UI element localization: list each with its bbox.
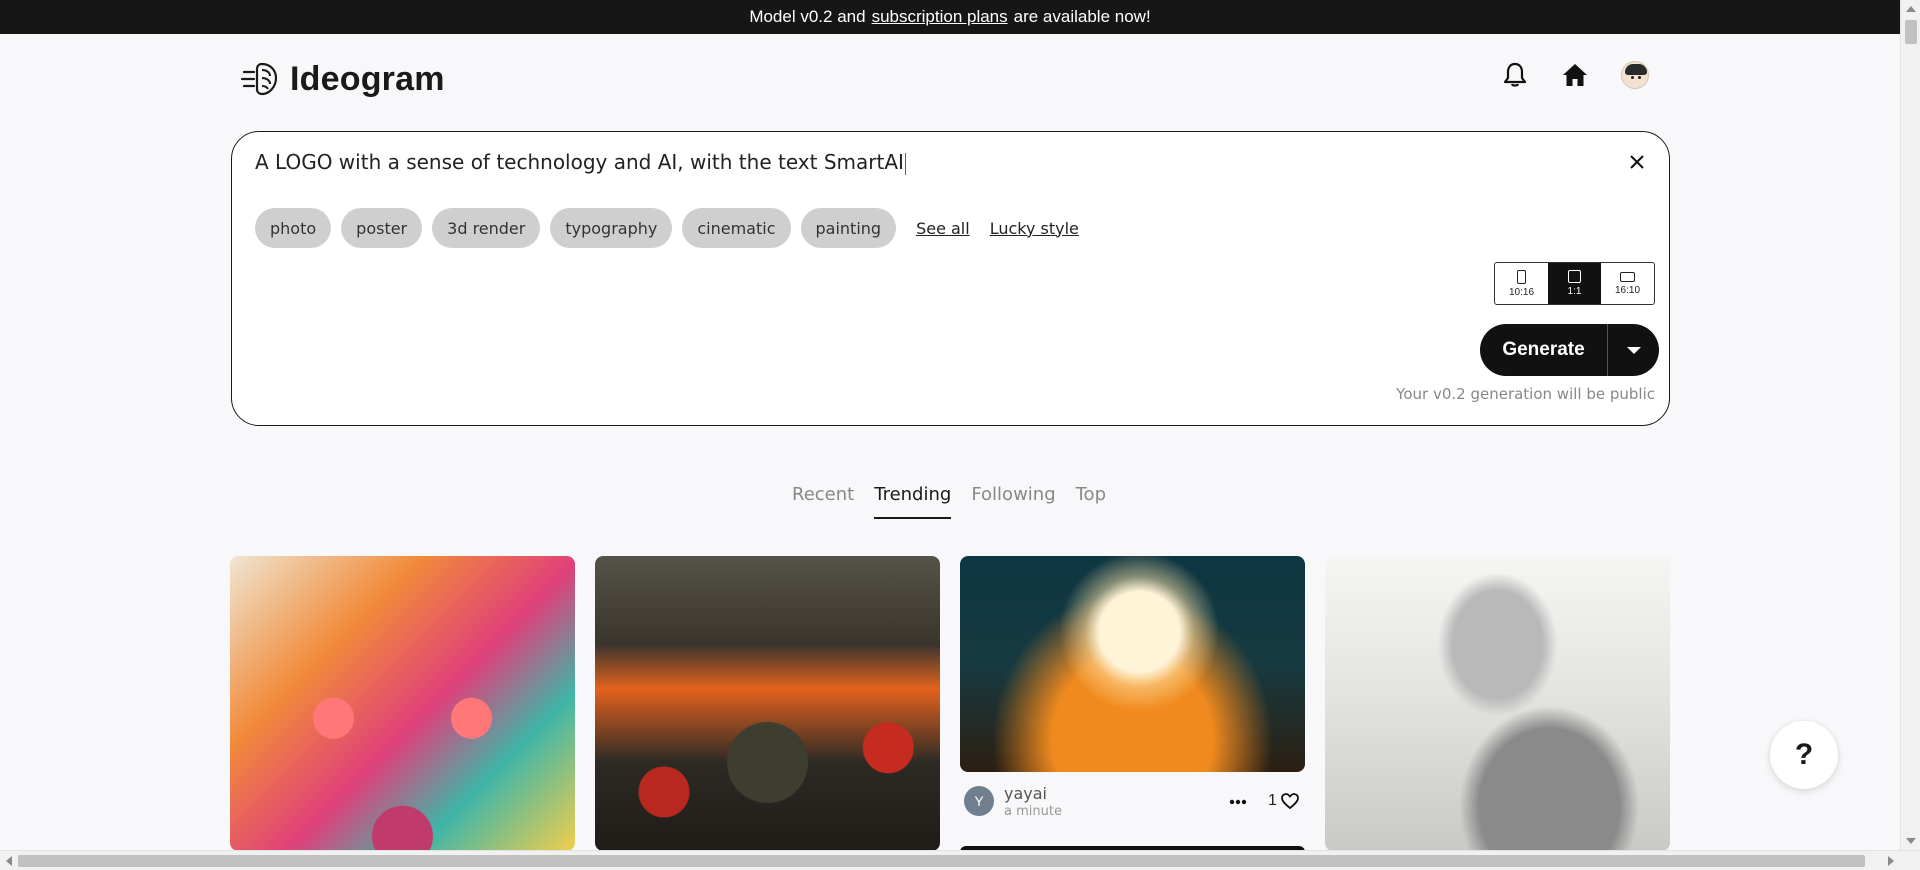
feed-card[interactable] <box>595 556 940 851</box>
close-icon <box>1630 155 1644 169</box>
help-button[interactable]: ? <box>1770 721 1838 789</box>
scroll-down-icon[interactable] <box>1906 838 1916 844</box>
logo[interactable]: Ideogram <box>240 58 445 100</box>
visibility-note: Your v0.2 generation will be public <box>1396 385 1655 403</box>
aspect-ratio-label: 1:1 <box>1567 286 1582 297</box>
feed-card[interactable]: Y yayai a minute 1 <box>960 556 1305 822</box>
text-caret <box>904 152 907 175</box>
style-chip-typography[interactable]: typography <box>550 208 673 248</box>
bell-icon <box>1503 62 1527 87</box>
caret-down-icon <box>1626 346 1641 354</box>
timestamp: a minute <box>1004 804 1062 819</box>
generate-button[interactable]: Generate <box>1480 324 1608 376</box>
home-icon <box>1563 64 1587 86</box>
profile-button[interactable] <box>1620 60 1650 90</box>
notifications-button[interactable] <box>1500 60 1530 90</box>
aspect-ratio-10-16[interactable]: 10:16 <box>1495 263 1548 304</box>
style-chip-painting[interactable]: painting <box>800 208 897 248</box>
home-button[interactable] <box>1560 60 1590 90</box>
tab-following[interactable]: Following <box>971 484 1055 519</box>
user-avatar[interactable]: Y <box>964 786 994 816</box>
avatar <box>1621 61 1649 89</box>
banner-text: Model v0.2 and <box>749 7 866 26</box>
lucky-style-link[interactable]: Lucky style <box>990 219 1079 238</box>
more-options-button[interactable] <box>1228 792 1248 812</box>
clear-prompt-button[interactable] <box>1625 150 1649 174</box>
aspect-ratio-label: 16:10 <box>1614 284 1641 296</box>
feed-card[interactable] <box>230 556 575 851</box>
like-count: 1 <box>1268 792 1277 809</box>
style-chips: photo poster 3d render typography cinema… <box>255 208 1079 248</box>
prompt-box: A LOGO with a sense of technology and AI… <box>231 131 1670 426</box>
style-chip-cinematic[interactable]: cinematic <box>682 208 791 248</box>
more-horizontal-icon <box>1229 799 1247 805</box>
feed-image[interactable] <box>230 556 575 851</box>
square-ratio-icon <box>1568 270 1581 283</box>
style-chip-3d-render[interactable]: 3d render <box>432 208 541 248</box>
scroll-right-icon[interactable] <box>1888 856 1894 866</box>
username[interactable]: yayai <box>1004 784 1047 803</box>
scroll-up-icon[interactable] <box>1906 6 1916 12</box>
feed-card[interactable] <box>1325 556 1670 851</box>
card-meta: Y yayai a minute 1 <box>960 772 1305 822</box>
aspect-ratio-16-10[interactable]: 16:10 <box>1601 263 1654 304</box>
aspect-ratio-1-1[interactable]: 1:1 <box>1548 263 1601 304</box>
prompt-input[interactable]: A LOGO with a sense of technology and AI… <box>255 150 907 175</box>
tab-top[interactable]: Top <box>1076 484 1106 519</box>
feed-image[interactable] <box>595 556 940 851</box>
aspect-ratio-selector: 10:16 1:1 16:10 <box>1494 262 1655 305</box>
landscape-ratio-icon <box>1620 271 1635 282</box>
style-chip-photo[interactable]: photo <box>255 208 332 248</box>
generate-options-button[interactable] <box>1608 324 1659 376</box>
heart-icon <box>1281 793 1299 809</box>
vertical-scrollbar[interactable] <box>1900 0 1920 850</box>
portrait-ratio-icon <box>1517 269 1526 284</box>
announcement-banner: Model v0.2 and subscription plans are av… <box>0 0 1900 34</box>
style-chip-poster[interactable]: poster <box>341 208 423 248</box>
tab-trending[interactable]: Trending <box>874 484 952 519</box>
subscription-plans-link[interactable]: subscription plans <box>872 7 1008 27</box>
feed-tabs: Recent Trending Following Top <box>792 484 1106 519</box>
header-actions <box>1500 60 1650 90</box>
see-all-styles-link[interactable]: See all <box>916 219 970 238</box>
aspect-ratio-label: 10:16 <box>1508 286 1535 298</box>
feed-image[interactable] <box>960 556 1305 772</box>
generate-control: Generate <box>1480 324 1659 376</box>
feed-image[interactable] <box>1325 556 1670 851</box>
like-button[interactable]: 1 <box>1268 792 1299 810</box>
prompt-input-text: A LOGO with a sense of technology and AI… <box>255 150 904 174</box>
scroll-left-icon[interactable] <box>6 856 12 866</box>
brain-logo-icon <box>240 62 278 96</box>
banner-text-suffix: are available now! <box>1013 7 1151 26</box>
scrollbar-thumb[interactable] <box>18 855 1865 867</box>
tab-recent[interactable]: Recent <box>792 484 854 519</box>
scrollbar-thumb[interactable] <box>1905 20 1917 44</box>
logo-text: Ideogram <box>290 59 445 98</box>
horizontal-scrollbar[interactable] <box>0 850 1920 870</box>
